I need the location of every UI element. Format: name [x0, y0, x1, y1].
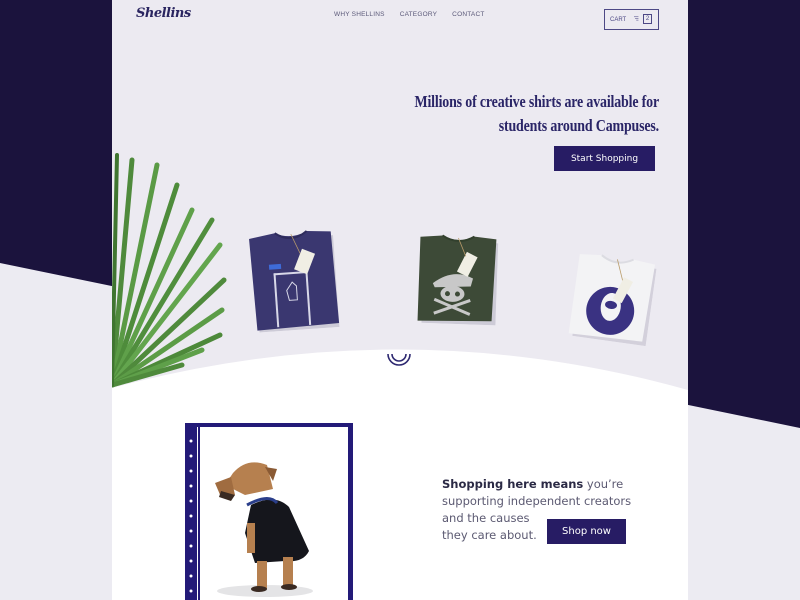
product-shirt-green[interactable] — [415, 233, 499, 326]
main-nav: WHY SHELLINS CATEGORY CONTACT — [334, 11, 485, 18]
dog-wearing-shirt-photo — [185, 423, 353, 600]
nav-category[interactable]: CATEGORY — [400, 11, 437, 18]
shop-now-button[interactable]: Shop now — [547, 519, 626, 544]
nav-why-shellins[interactable]: WHY SHELLINS — [334, 11, 385, 18]
cart-count-badge: 2 — [643, 14, 652, 24]
promo-bold-text: Shopping here means — [442, 477, 584, 491]
product-shirt-navy[interactable] — [247, 227, 342, 333]
logo[interactable]: Shellins — [136, 6, 191, 21]
promo-text-line2: supporting independent creators — [442, 494, 632, 508]
hero-headline-line1: Millions of creative shirts are availabl… — [414, 92, 659, 111]
hero-headline: Millions of creative shirts are availabl… — [413, 90, 659, 138]
start-shopping-button[interactable]: Start Shopping — [554, 146, 655, 171]
hero-headline-line2: students around Campuses. — [498, 116, 659, 135]
site-header: Shellins WHY SHELLINS CATEGORY CONTACT C… — [112, 0, 688, 36]
landing-page: Shellins WHY SHELLINS CATEGORY CONTACT C… — [112, 0, 688, 600]
nav-contact[interactable]: CONTACT — [452, 11, 484, 18]
cart-button[interactable]: CART 2 — [604, 9, 659, 30]
cart-label: CART — [610, 16, 627, 23]
promo-text-line1: you’re — [583, 477, 624, 491]
scroll-down-icon[interactable] — [385, 352, 413, 372]
